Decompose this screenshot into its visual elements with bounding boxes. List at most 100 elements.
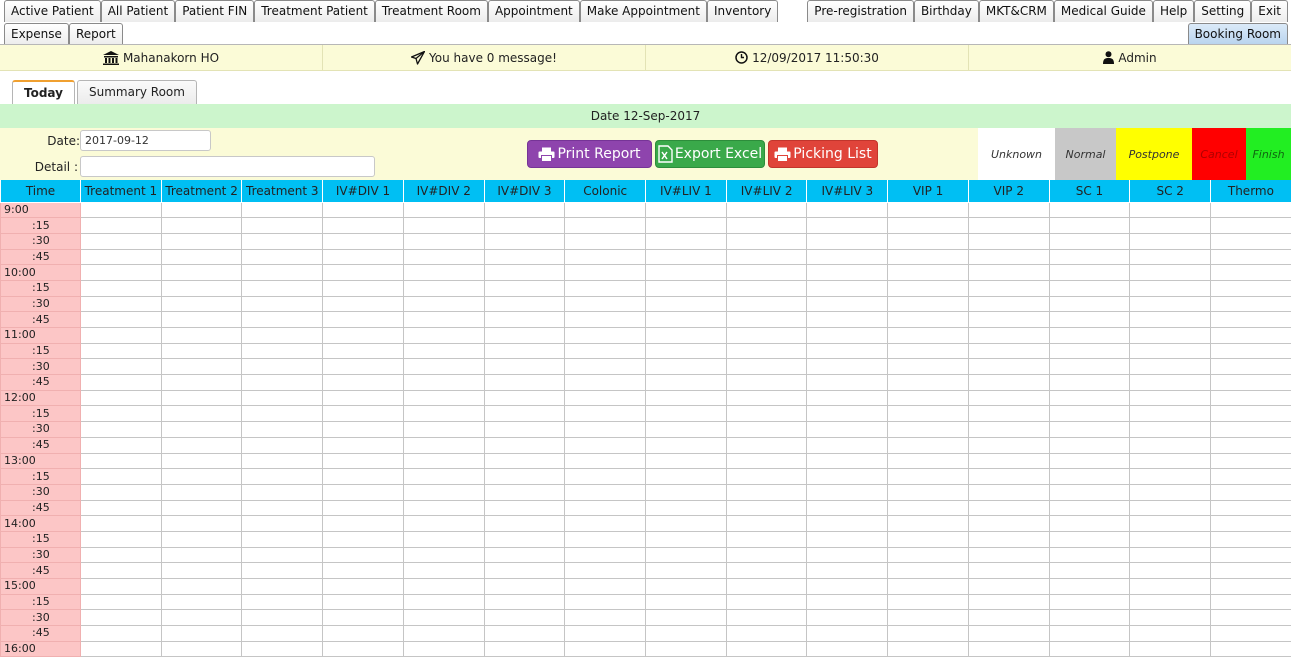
booking-slot[interactable] xyxy=(725,593,808,611)
booking-slot[interactable] xyxy=(160,625,243,642)
booking-slot[interactable] xyxy=(80,264,162,281)
booking-slot[interactable] xyxy=(564,562,647,579)
booking-slot[interactable] xyxy=(967,499,1050,517)
booking-slot[interactable] xyxy=(322,625,404,642)
booking-slot[interactable] xyxy=(483,640,566,658)
booking-slot[interactable] xyxy=(241,436,324,454)
booking-slot[interactable] xyxy=(322,279,404,297)
booking-slot[interactable] xyxy=(322,374,404,391)
date-input[interactable] xyxy=(80,130,211,151)
booking-slot[interactable] xyxy=(483,295,566,313)
booking-slot[interactable] xyxy=(725,640,808,658)
booking-slot[interactable] xyxy=(1129,232,1212,250)
booking-slot[interactable] xyxy=(1210,295,1291,313)
booking-slot[interactable] xyxy=(806,515,889,532)
booking-slot[interactable] xyxy=(967,436,1050,454)
booking-slot[interactable] xyxy=(241,311,324,328)
booking-slot[interactable] xyxy=(887,295,969,313)
booking-slot[interactable] xyxy=(322,452,404,470)
booking-slot[interactable] xyxy=(564,625,647,642)
booking-slot[interactable] xyxy=(725,405,808,423)
booking-slot[interactable] xyxy=(1048,421,1131,438)
booking-slot[interactable] xyxy=(402,201,485,219)
booking-slot[interactable] xyxy=(1048,295,1131,313)
booking-slot[interactable] xyxy=(1048,248,1131,266)
booking-slot[interactable] xyxy=(241,499,324,517)
booking-slot[interactable] xyxy=(887,436,969,454)
booking-slot[interactable] xyxy=(322,389,404,407)
booking-slot[interactable] xyxy=(1048,625,1131,642)
booking-slot[interactable] xyxy=(725,342,808,360)
booking-slot[interactable] xyxy=(725,562,808,579)
booking-slot[interactable] xyxy=(887,217,969,234)
booking-slot[interactable] xyxy=(483,374,566,391)
booking-slot[interactable] xyxy=(160,327,243,344)
booking-slot[interactable] xyxy=(645,578,727,595)
booking-slot[interactable] xyxy=(1210,232,1291,250)
booking-slot[interactable] xyxy=(725,483,808,501)
booking-slot[interactable] xyxy=(160,248,243,266)
booking-slot[interactable] xyxy=(1048,640,1131,658)
nav-tab-pre-registration[interactable]: Pre-registration xyxy=(807,0,914,22)
booking-slot[interactable] xyxy=(1129,201,1212,219)
booking-slot[interactable] xyxy=(967,342,1050,360)
booking-slot[interactable] xyxy=(1048,358,1131,376)
booking-slot[interactable] xyxy=(80,248,162,266)
booking-slot[interactable] xyxy=(322,483,404,501)
booking-slot[interactable] xyxy=(402,562,485,579)
booking-slot[interactable] xyxy=(887,640,969,658)
nav-tab-active-patient[interactable]: Active Patient xyxy=(4,0,101,22)
booking-slot[interactable] xyxy=(725,201,808,219)
booking-slot[interactable] xyxy=(725,578,808,595)
booking-slot[interactable] xyxy=(322,640,404,658)
booking-slot[interactable] xyxy=(1210,327,1291,344)
booking-slot[interactable] xyxy=(564,264,647,281)
booking-slot[interactable] xyxy=(967,578,1050,595)
booking-slot[interactable] xyxy=(967,358,1050,376)
booking-slot[interactable] xyxy=(322,515,404,532)
booking-slot[interactable] xyxy=(160,546,243,564)
booking-slot[interactable] xyxy=(887,389,969,407)
booking-slot[interactable] xyxy=(1129,389,1212,407)
booking-slot[interactable] xyxy=(1048,593,1131,611)
booking-slot[interactable] xyxy=(645,421,727,438)
booking-slot[interactable] xyxy=(1048,515,1131,532)
booking-slot[interactable] xyxy=(1210,311,1291,328)
booking-slot[interactable] xyxy=(160,640,243,658)
nav-tab-birthday[interactable]: Birthday xyxy=(913,0,979,22)
booking-slot[interactable] xyxy=(645,201,727,219)
booking-slot[interactable] xyxy=(1048,374,1131,391)
booking-slot[interactable] xyxy=(806,562,889,579)
booking-slot[interactable] xyxy=(564,232,647,250)
picking-list-button[interactable]: Picking List xyxy=(768,140,878,168)
booking-slot[interactable] xyxy=(887,358,969,376)
booking-slot[interactable] xyxy=(967,248,1050,266)
booking-slot[interactable] xyxy=(645,358,727,376)
booking-slot[interactable] xyxy=(402,358,485,376)
booking-slot[interactable] xyxy=(806,327,889,344)
booking-slot[interactable] xyxy=(160,436,243,454)
booking-slot[interactable] xyxy=(402,436,485,454)
booking-slot[interactable] xyxy=(887,530,969,548)
nav-tab-inventory[interactable]: Inventory xyxy=(707,0,779,22)
booking-slot[interactable] xyxy=(483,232,566,250)
booking-slot[interactable] xyxy=(645,483,727,501)
nav-tab-booking-room[interactable]: Booking Room xyxy=(1187,23,1288,45)
booking-slot[interactable] xyxy=(402,483,485,501)
booking-slot[interactable] xyxy=(322,232,404,250)
booking-slot[interactable] xyxy=(1129,248,1212,266)
booking-slot[interactable] xyxy=(564,358,647,376)
booking-slot[interactable] xyxy=(967,264,1050,281)
booking-slot[interactable] xyxy=(483,546,566,564)
nav-tab-exit[interactable]: Exit xyxy=(1251,0,1288,22)
booking-slot[interactable] xyxy=(967,562,1050,579)
booking-slot[interactable] xyxy=(1210,279,1291,297)
booking-slot[interactable] xyxy=(402,452,485,470)
booking-slot[interactable] xyxy=(887,625,969,642)
booking-slot[interactable] xyxy=(645,264,727,281)
booking-slot[interactable] xyxy=(160,342,243,360)
booking-slot[interactable] xyxy=(887,264,969,281)
booking-slot[interactable] xyxy=(725,248,808,266)
booking-slot[interactable] xyxy=(80,578,162,595)
booking-slot[interactable] xyxy=(1210,546,1291,564)
